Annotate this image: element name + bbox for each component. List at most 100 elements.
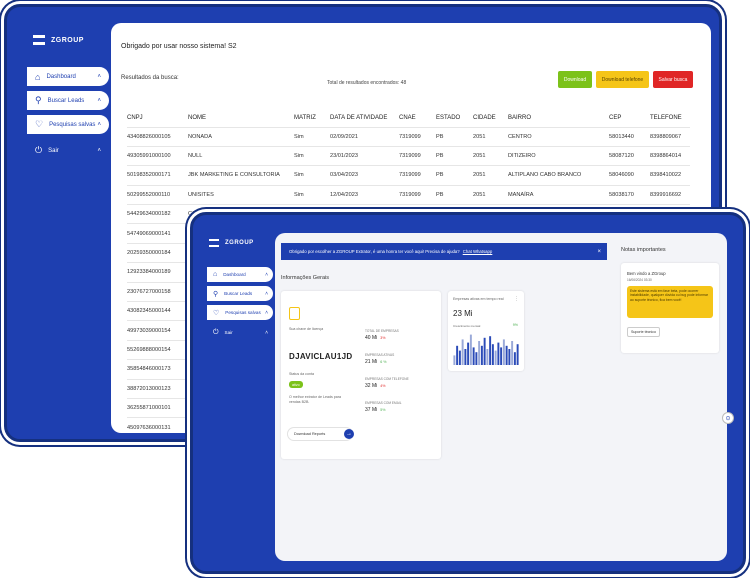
nav-pesquisas-salvas[interactable]: ♡ Pesquisas salvas ˄ — [27, 115, 109, 134]
column-header: TELEFONE — [650, 114, 682, 121]
bar — [461, 339, 464, 365]
table-cell: 8398410022 — [650, 165, 690, 186]
table-cell: 7319099 — [399, 184, 436, 205]
table-cell: 2051 — [473, 184, 508, 205]
sidebar: ZGROUP ⌂ Dashboard ˄ ⚲ Buscar Leads ˄ ♡ … — [193, 215, 275, 571]
nav-label: Buscar Leads — [47, 97, 85, 104]
table-cell: MANAÍRA — [508, 184, 609, 205]
nav-buscar-leads[interactable]: ⚲ Buscar Leads ˄ — [27, 91, 109, 110]
logo-icon — [209, 239, 219, 247]
table-cell: 54749069000141 — [127, 223, 188, 244]
download-button[interactable]: Download — [558, 71, 592, 88]
nav-label: Pesquisas salvas — [225, 310, 261, 315]
license-key-label: Sua chave de licença — [289, 327, 324, 331]
table-cell: PB — [436, 165, 473, 186]
nav-pesquisas-salvas[interactable]: ♡ Pesquisas salvas ˄ — [207, 305, 273, 320]
results-total: Total de resultados encontrados: 48 — [327, 80, 407, 86]
nav-sair[interactable]: ⏻ Sair ˄ — [27, 141, 109, 160]
notes-welcome: Bem vindo a ZGroup — [627, 271, 666, 276]
bar — [489, 336, 492, 365]
arrow-right-icon: → — [344, 429, 354, 439]
nav-label: Sair — [48, 147, 59, 154]
table-row[interactable]: 43408826000105 NONADA Sim 02/09/2021 7319099… — [127, 126, 690, 147]
table-cell: 8398864014 — [650, 145, 690, 166]
table-cell: 36255871000101 — [127, 397, 188, 418]
license-key: DJAVICLAU1JD — [289, 352, 353, 361]
download-reports-button[interactable]: Download Reports → — [287, 427, 354, 441]
table-row[interactable]: 50198352000171 JBK MARKETING E CONSULTORI… — [127, 165, 690, 186]
table-cell: DITIZEIRO — [508, 145, 609, 166]
table-cell: 49973039000154 — [127, 320, 188, 341]
table-cell: 45097636000131 — [127, 417, 188, 433]
bar — [458, 350, 461, 365]
table-cell: 43082345000144 — [127, 301, 188, 321]
more-icon[interactable]: ⋮ — [514, 296, 519, 302]
nav-label: Dashboard — [223, 272, 246, 277]
bar — [475, 352, 478, 365]
nav-dashboard[interactable]: ⌂ Dashboard ˄ — [27, 67, 109, 86]
nav-sair[interactable]: ⏻ Sair ˄ — [207, 325, 273, 340]
nav-dashboard[interactable]: ⌂ Dashboard ˄ — [207, 267, 273, 282]
table-cell: 54429634000182 — [127, 204, 188, 224]
stat-item: EMPRESAS ATIVAS 21 Mi 6 % — [365, 353, 437, 377]
table-cell: UNISITES — [188, 184, 294, 205]
table-cell: PB — [436, 184, 473, 205]
nav-label: Pesquisas salvas — [49, 121, 96, 128]
close-icon[interactable]: × — [597, 249, 601, 255]
table-cell: 35854846000173 — [127, 359, 188, 380]
column-header: CNPJ — [127, 114, 143, 121]
table-row[interactable]: 49305991000100 NULL Sim 23/01/2023 7319099 PB… — [127, 145, 690, 166]
column-header: CNAE — [399, 114, 416, 121]
brand-name: ZGROUP — [225, 240, 254, 246]
heart-icon: ♡ — [35, 119, 44, 129]
welcome-message: Obrigado por usar nosso sistema! S2 — [121, 43, 237, 50]
stat-delta: 4% — [380, 384, 386, 388]
table-row[interactable]: 50299552000110 UNISITES Sim 12/04/2023 73190… — [127, 184, 690, 205]
results-label: Resultados da busca: — [121, 75, 179, 81]
table-cell: 50299552000110 — [127, 184, 188, 205]
stat-row: 37 Mi 5% — [365, 407, 437, 413]
save-search-button[interactable]: Salvar busca — [653, 71, 693, 88]
stat-delta: 5% — [380, 408, 386, 412]
bar — [516, 344, 519, 365]
dashboard-panel: Obrigado por escolher a ZGROUP Extrator,… — [275, 233, 727, 561]
license-icon — [289, 307, 300, 320]
chevron-up-icon: ˄ — [97, 73, 101, 80]
table-cell: 20259350000184 — [127, 242, 188, 263]
column-header: NOME — [188, 114, 206, 121]
table-cell: 49305991000100 — [127, 145, 188, 166]
support-button[interactable]: Suporte técnico — [627, 327, 660, 337]
tagline: O melhor extrator de Leads para vendas B… — [289, 395, 341, 404]
table-cell: 43408826000105 — [127, 126, 188, 147]
table-cell: JBK MARKETING E CONSULTORIA — [188, 165, 294, 186]
brand-name: ZGROUP — [51, 36, 84, 44]
stat-row: 21 Mi 6 % — [365, 359, 437, 365]
bar — [513, 352, 516, 365]
whatsapp-chat-link[interactable]: Chat Whatsapp — [463, 249, 493, 254]
table-cell: ALTIPLANO CABO BRANCO — [508, 165, 609, 186]
bar — [480, 345, 483, 365]
welcome-banner: Obrigado por escolher a ZGROUP Extrator,… — [281, 243, 607, 260]
chevron-up-icon: ˄ — [97, 121, 101, 128]
stat-value: 40 Mi — [365, 335, 378, 341]
search-icon: ⚲ — [213, 290, 219, 298]
nav-buscar-leads[interactable]: ⚲ Buscar Leads ˄ — [207, 286, 273, 301]
table-cell: 23076727000158 — [127, 281, 188, 302]
logo-icon — [33, 35, 45, 45]
bar — [497, 342, 500, 365]
nav-label: Sair — [224, 330, 233, 335]
table-cell: 7319099 — [399, 145, 436, 166]
download-phone-button[interactable]: Download telefone — [596, 71, 649, 88]
scroll-icon[interactable]: ⊙ — [722, 412, 734, 424]
stat-value: 32 Mi — [365, 383, 378, 389]
table-cell: 2051 — [473, 145, 508, 166]
table-cell: 58087120 — [609, 145, 650, 166]
table-cell: 2051 — [473, 165, 508, 186]
table-cell: 8399916692 — [650, 184, 690, 205]
nav-label: Dashboard — [46, 73, 76, 80]
table-cell: 38872013000123 — [127, 378, 188, 399]
dashboard-window: ZGROUP ⌂ Dashboard ˄ ⚲ Buscar Leads ˄ ♡ … — [190, 212, 746, 574]
home-icon: ⌂ — [35, 71, 41, 82]
bar — [478, 341, 481, 365]
bar — [472, 347, 475, 365]
